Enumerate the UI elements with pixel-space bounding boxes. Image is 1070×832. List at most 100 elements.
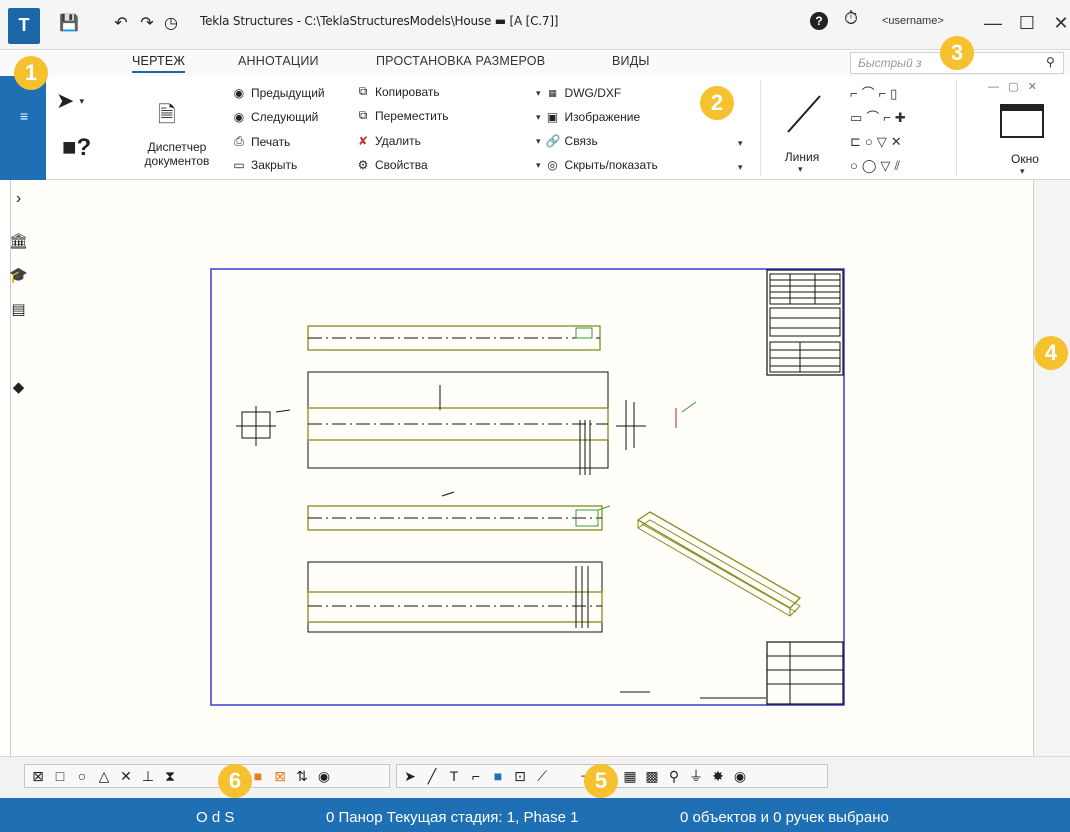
snap-circle-icon[interactable]: ○ xyxy=(72,766,92,786)
snap-cross-icon[interactable]: ✕ xyxy=(116,766,136,786)
snap-arrows-icon[interactable]: ⇅ xyxy=(292,766,312,786)
minimize-button[interactable]: — xyxy=(976,10,1010,36)
link-button[interactable]: ▾ 🔗 Связь xyxy=(536,134,598,148)
chevron-down-icon[interactable]: ▾ xyxy=(798,164,803,175)
hide-show-label: Скрыть/показать xyxy=(564,158,658,172)
next-label: Следующий xyxy=(251,110,319,124)
fill-icon[interactable]: ■ xyxy=(488,766,508,786)
snap-box-icon[interactable]: ⊠ xyxy=(28,766,48,786)
tab-annotations[interactable]: АННОТАЦИИ xyxy=(238,54,319,68)
history-icon[interactable]: ◷ xyxy=(160,14,182,34)
close-document-button[interactable]: ▭ Закрыть xyxy=(232,158,297,172)
plug-icon[interactable]: ⏚ xyxy=(686,766,706,786)
text-icon[interactable]: T xyxy=(444,766,464,786)
learning-icon[interactable]: 🎓 xyxy=(0,266,37,284)
properties-panel-icon[interactable]: ▤ xyxy=(0,300,37,318)
mini-window-controls[interactable]: — ▢ ✕ xyxy=(988,80,1037,93)
side-menu-strip xyxy=(0,76,46,180)
callout-1: 1 xyxy=(14,56,48,90)
hide-show-button[interactable]: ▾ ◎ Скрыть/показать xyxy=(536,158,658,172)
document-manager-icon[interactable]: 🗎 xyxy=(158,98,176,136)
window-label[interactable]: Окно xyxy=(1000,152,1050,166)
image-button[interactable]: ▾ ▣ Изображение xyxy=(536,110,640,124)
pointer-icon[interactable]: ➤ xyxy=(400,766,420,786)
stopwatch-icon[interactable]: ⏱ xyxy=(840,8,862,32)
zoom-icon[interactable]: ⚲ xyxy=(664,766,684,786)
pattern-icon[interactable]: ✸ xyxy=(708,766,728,786)
callout-3: 3 xyxy=(940,36,974,70)
snap-perpendicular-icon[interactable]: ⊥ xyxy=(138,766,158,786)
tab-drawing[interactable]: ЧЕРТЕЖ xyxy=(132,54,186,73)
catalog-icon[interactable]: 🏛 xyxy=(0,232,37,250)
line-tool-icon[interactable] xyxy=(786,94,822,134)
move-button[interactable]: ⧉ Переместить xyxy=(356,108,449,123)
side-panel xyxy=(1033,180,1070,760)
chevron-right-icon[interactable]: › xyxy=(0,190,37,208)
gear-icon: ⚙ xyxy=(357,158,369,172)
snap-square-icon[interactable]: □ xyxy=(50,766,70,786)
callout-2: 2 xyxy=(700,86,734,120)
frame-icon[interactable]: ⊡ xyxy=(510,766,530,786)
dimension-icon[interactable]: ⟋ xyxy=(532,766,552,786)
next-button[interactable]: ◉ Следующий xyxy=(232,110,319,124)
callout-4: 4 xyxy=(1034,336,1068,370)
print-button[interactable]: ⎙ Печать xyxy=(232,134,290,149)
snap-spacer xyxy=(182,766,202,786)
shapes-icon[interactable]: ◆ xyxy=(0,378,37,396)
status-phase: 0 Панор Текущая стадия: 1, Phase 1 xyxy=(326,809,579,826)
shape-tools-grid[interactable]: ⌐⌒⌐▯ ▭⌒⌐✚ ⊏○▽✕ ○◯▽⫽ xyxy=(850,82,940,178)
drawing-sheet[interactable] xyxy=(10,180,1033,756)
line-tool-label[interactable]: Линия xyxy=(772,150,832,164)
menu-icon[interactable]: ≡ xyxy=(20,108,28,124)
chevron-down-icon: ▾ xyxy=(536,87,541,98)
window-title: Tekla Structures - C:\TeklaStructuresMod… xyxy=(200,14,559,28)
previous-icon: ◉ xyxy=(233,86,245,100)
search-icon[interactable]: ⚲ xyxy=(1046,55,1055,69)
snap-hourglass-icon[interactable]: ⧗ xyxy=(160,766,180,786)
redo-icon[interactable]: ↷ xyxy=(136,14,158,34)
undo-icon[interactable]: ↶ xyxy=(110,14,132,34)
status-mode: O d S xyxy=(196,809,235,826)
move-icon: ⧉ xyxy=(358,108,368,122)
hatch-icon[interactable]: ▩ xyxy=(642,766,662,786)
select-help-icon[interactable]: ■? xyxy=(62,134,91,162)
snap-tools-group: ⊠ □ ○ △ ✕ ⊥ ⧗ ■ ⊠ ⇅ ◉ xyxy=(24,764,390,788)
move-label: Переместить xyxy=(375,108,449,123)
tab-views[interactable]: ВИДЫ xyxy=(612,54,650,68)
callout-5: 5 xyxy=(584,764,618,798)
copy-button[interactable]: ⧉ Копировать xyxy=(356,84,440,99)
snap-box-x-icon[interactable]: ⊠ xyxy=(270,766,290,786)
delete-icon: ✘ xyxy=(357,134,369,148)
print-label: Печать xyxy=(251,134,291,149)
snap-triangle-icon[interactable]: △ xyxy=(94,766,114,786)
chevron-down-icon[interactable]: ▾ xyxy=(1020,166,1025,177)
properties-button[interactable]: ⚙ Свойства xyxy=(356,158,428,172)
chevron-down-icon[interactable]: ▾ xyxy=(738,138,743,149)
help-icon[interactable]: ? xyxy=(810,12,828,30)
window-icon[interactable] xyxy=(1000,104,1044,138)
save-icon[interactable]: 💾 xyxy=(58,14,80,34)
close-document-icon: ▭ xyxy=(233,158,245,172)
ribbon-separator xyxy=(956,80,957,176)
select-arrow-icon[interactable]: ➤ ▾ xyxy=(56,88,84,114)
grid-icon[interactable]: ▦ xyxy=(620,766,640,786)
close-button[interactable]: ✕ xyxy=(1044,10,1070,36)
dwg-dxf-button[interactable]: ▾ ▦ DWG/DXF xyxy=(536,86,621,100)
chevron-down-icon: ▾ xyxy=(536,159,541,170)
username-label[interactable]: <username> xyxy=(882,15,944,27)
delete-button[interactable]: ✘ Удалить xyxy=(356,134,421,148)
search-placeholder: Быстрый з xyxy=(858,56,922,70)
eye-icon[interactable]: ◉ xyxy=(314,766,334,786)
leader-icon[interactable]: ⌐ xyxy=(466,766,486,786)
eye-icon[interactable]: ◉ xyxy=(730,766,750,786)
document-manager-label[interactable]: Диспетчер документов xyxy=(138,140,216,168)
line-icon[interactable]: ╱ xyxy=(422,766,442,786)
previous-label: Предыдущий xyxy=(251,86,325,100)
previous-button[interactable]: ◉ Предыдущий xyxy=(232,86,325,100)
dwg-icon: ▦ xyxy=(548,87,557,98)
chevron-down-icon[interactable]: ▾ xyxy=(738,162,743,173)
link-icon: 🔗 xyxy=(545,134,561,148)
tekla-logo-icon[interactable]: T xyxy=(8,8,40,44)
maximize-button[interactable]: ☐ xyxy=(1010,10,1044,36)
tab-dimensioning[interactable]: ПРОСТАНОВКА РАЗМЕРОВ xyxy=(376,54,545,68)
